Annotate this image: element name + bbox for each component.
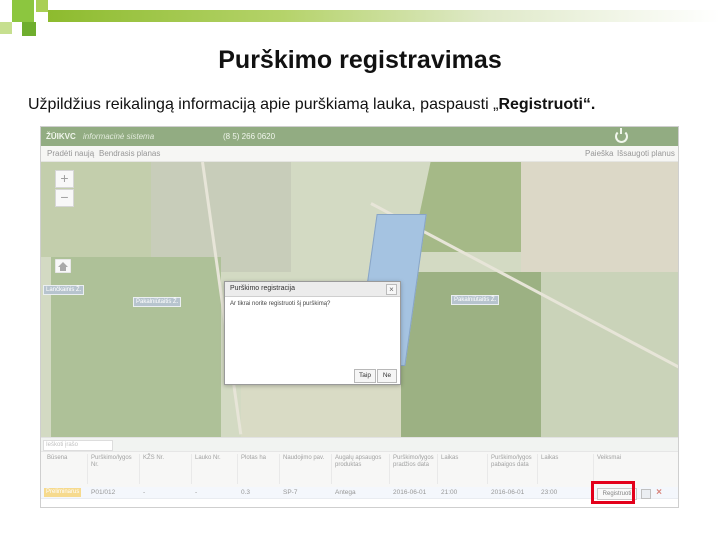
slide-title: Purškimo registravimas	[218, 46, 502, 74]
decorative-square	[12, 0, 34, 22]
dialog-message: Ar tikrai norite registruoti šį purškimą…	[230, 301, 331, 307]
decorative-gradient-bar	[48, 10, 720, 22]
confirm-yes-button[interactable]: Taip	[354, 369, 376, 383]
slide-subtitle: Užpildžius reikalingą informaciją apie p…	[28, 96, 708, 114]
app-screenshot: ŽŪIKVC informacinė sistema (8 5) 266 062…	[40, 126, 679, 508]
decorative-square	[0, 22, 12, 34]
dialog-title: Purškimo registracija	[230, 285, 295, 292]
confirm-no-button[interactable]: Ne	[377, 369, 397, 383]
subtitle-text: Užpildžius reikalingą informaciją apie p…	[28, 96, 499, 113]
decorative-square	[36, 0, 48, 12]
decorative-square	[22, 22, 36, 36]
confirm-dialog: Purškimo registracija × Ar tikrai norite…	[224, 281, 401, 385]
close-icon[interactable]: ×	[386, 284, 397, 295]
dialog-titlebar: Purškimo registracija ×	[225, 282, 400, 297]
register-button-highlight	[591, 481, 635, 504]
subtitle-bold-text: Registruoti“.	[498, 96, 596, 113]
